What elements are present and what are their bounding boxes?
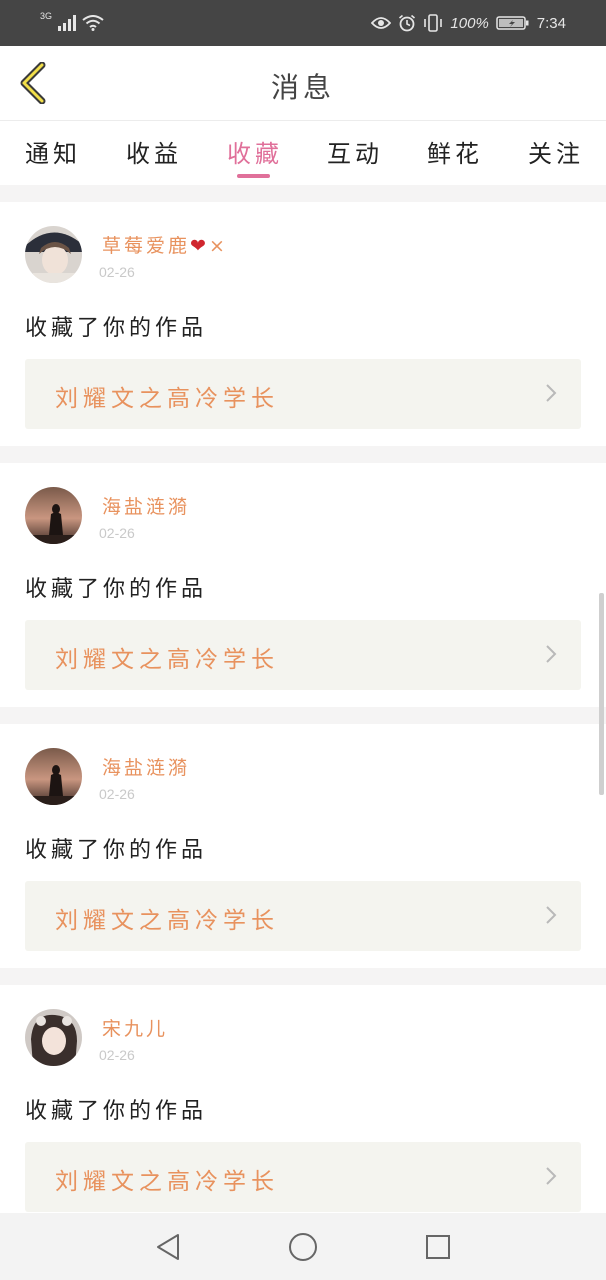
notification-card: 海盐涟漪 02-26 收藏了你的作品 刘耀文之高冷学长 bbox=[0, 463, 606, 707]
battery-percent: 100% bbox=[450, 14, 489, 32]
vibrate-icon bbox=[424, 14, 443, 32]
tab-flowers[interactable]: 鲜花 bbox=[427, 134, 483, 169]
status-right: 100% 7:34 bbox=[371, 12, 566, 34]
chevron-right-icon bbox=[546, 645, 557, 663]
nav-back-button[interactable] bbox=[151, 1230, 185, 1264]
username[interactable]: 海盐涟漪 bbox=[102, 492, 190, 519]
notification-card: 草莓爱鹿❤× 02-26 收藏了你的作品 刘耀文之高冷学长 bbox=[0, 202, 606, 446]
battery-icon bbox=[496, 16, 529, 30]
scrollbar[interactable] bbox=[599, 593, 604, 795]
notification-card: 宋九儿 02-26 收藏了你的作品 刘耀文之高冷学长 bbox=[0, 985, 606, 1229]
username[interactable]: 海盐涟漪 bbox=[102, 753, 190, 780]
back-triangle-icon bbox=[157, 1234, 179, 1260]
nav-home-button[interactable] bbox=[286, 1230, 320, 1264]
page-title: 消息 bbox=[270, 71, 335, 104]
app-header: 消息 bbox=[0, 46, 606, 121]
tab-favorites[interactable]: 收藏 bbox=[227, 134, 283, 169]
avatar[interactable] bbox=[25, 1009, 82, 1066]
username[interactable]: 草莓爱鹿❤× bbox=[102, 231, 228, 258]
action-text: 收藏了你的作品 bbox=[25, 316, 208, 341]
date: 02-26 bbox=[99, 786, 135, 802]
nav-recents-button[interactable] bbox=[421, 1230, 455, 1264]
work-title: 刘耀文之高冷学长 bbox=[55, 647, 279, 673]
alarm-icon bbox=[399, 14, 416, 32]
recents-square-icon bbox=[426, 1235, 450, 1259]
active-tab-indicator bbox=[237, 174, 270, 178]
work-link[interactable]: 刘耀文之高冷学长 bbox=[25, 359, 581, 429]
date: 02-26 bbox=[99, 264, 135, 280]
username[interactable]: 宋九儿 bbox=[102, 1014, 168, 1041]
system-nav-bar bbox=[0, 1213, 606, 1280]
tab-earnings[interactable]: 收益 bbox=[126, 134, 182, 169]
work-title: 刘耀文之高冷学长 bbox=[55, 386, 279, 412]
tab-interactions[interactable]: 互动 bbox=[327, 134, 383, 169]
wifi-icon bbox=[82, 15, 104, 31]
avatar[interactable] bbox=[25, 226, 82, 283]
work-link[interactable]: 刘耀文之高冷学长 bbox=[25, 881, 581, 951]
heart-icon: ❤ bbox=[190, 235, 209, 257]
status-left: 3G bbox=[40, 11, 104, 34]
date: 02-26 bbox=[99, 525, 135, 541]
chevron-right-icon bbox=[546, 1167, 557, 1185]
chevron-right-icon bbox=[546, 906, 557, 924]
tab-notifications[interactable]: 通知 bbox=[25, 134, 81, 169]
work-link[interactable]: 刘耀文之高冷学长 bbox=[25, 620, 581, 690]
action-text: 收藏了你的作品 bbox=[25, 838, 208, 863]
avatar[interactable] bbox=[25, 487, 82, 544]
chevron-right-icon bbox=[546, 384, 557, 402]
action-text: 收藏了你的作品 bbox=[25, 577, 208, 602]
signal-icon bbox=[58, 15, 77, 31]
tab-follows[interactable]: 关注 bbox=[528, 134, 584, 169]
date: 02-26 bbox=[99, 1047, 135, 1063]
avatar[interactable] bbox=[25, 748, 82, 805]
network-type: 3G bbox=[40, 11, 53, 21]
eye-icon bbox=[371, 17, 392, 29]
notification-card: 海盐涟漪 02-26 收藏了你的作品 刘耀文之高冷学长 bbox=[0, 724, 606, 968]
clock: 7:34 bbox=[536, 14, 566, 32]
work-title: 刘耀文之高冷学长 bbox=[55, 1169, 279, 1195]
action-text: 收藏了你的作品 bbox=[25, 1099, 208, 1124]
status-bar: 3G 100% 7:34 bbox=[0, 0, 606, 46]
work-link[interactable]: 刘耀文之高冷学长 bbox=[25, 1142, 581, 1212]
home-circle-icon bbox=[289, 1233, 317, 1261]
work-title: 刘耀文之高冷学长 bbox=[55, 908, 279, 934]
tab-bar: 通知 收益 收藏 互动 鲜花 关注 bbox=[0, 121, 606, 185]
